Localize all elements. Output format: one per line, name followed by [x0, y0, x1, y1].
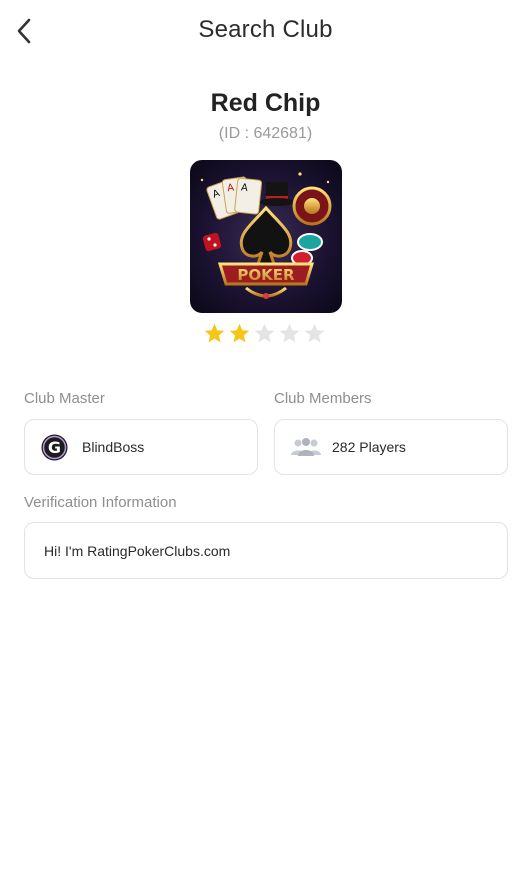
club-name: Red Chip	[210, 89, 321, 117]
club-master-label: Club Master	[24, 390, 105, 407]
club-members-count: 282 Players	[332, 439, 406, 455]
svg-text:G: G	[48, 438, 61, 457]
verification-label: Verification Information	[24, 494, 177, 511]
verification-text: Hi! I'm RatingPokerClubs.com	[44, 542, 231, 559]
club-logo: A A A POKER	[190, 160, 342, 313]
club-members-label: Club Members	[274, 390, 372, 407]
club-master-name: BlindBoss	[82, 439, 145, 455]
club-rating	[203, 322, 326, 345]
star-filled-icon	[229, 323, 250, 343]
club-master-card[interactable]: G BlindBoss	[24, 419, 258, 475]
verification-card: Hi! I'm RatingPokerClubs.com	[24, 522, 508, 579]
group-icon	[291, 438, 321, 456]
svg-text:POKER: POKER	[237, 266, 295, 284]
star-filled-icon	[204, 323, 225, 343]
star-empty-icon	[279, 323, 300, 343]
star-empty-icon	[254, 323, 275, 343]
avatar: G	[41, 434, 68, 460]
star-empty-icon	[304, 323, 325, 343]
svg-text:A: A	[240, 182, 248, 194]
club-id: (ID : 642681)	[218, 125, 313, 142]
club-members-card[interactable]: 282 Players	[274, 419, 508, 475]
page-title: Search Club	[198, 16, 333, 43]
